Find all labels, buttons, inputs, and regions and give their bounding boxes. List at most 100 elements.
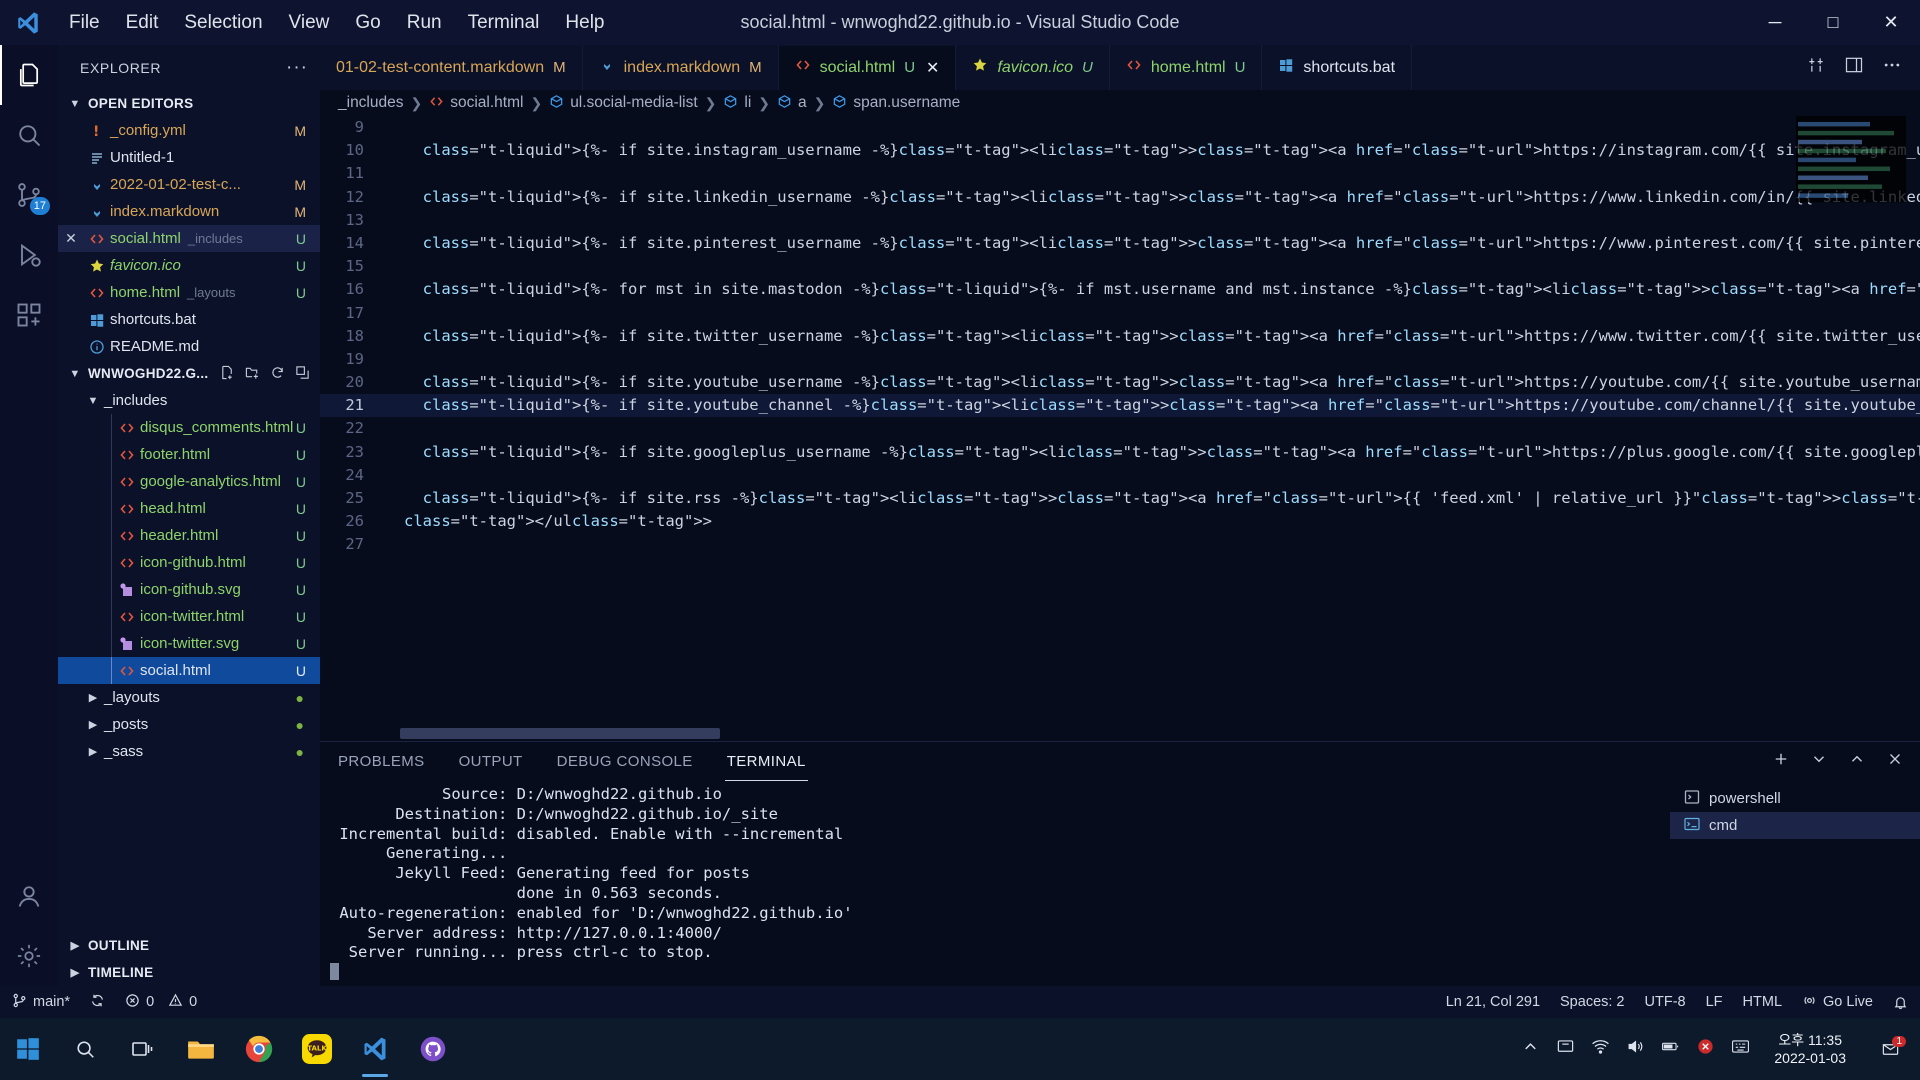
tab-debug-console[interactable]: DEBUG CONSOLE <box>555 745 695 778</box>
folder-item-includes[interactable]: ▼ _includes <box>58 387 320 414</box>
folder-item-layouts[interactable]: ▶ _layouts ● <box>58 684 320 711</box>
list-item[interactable]: icon-twitter.svg U <box>58 630 320 657</box>
menu-bar[interactable]: File Edit Selection View Go Run Terminal… <box>56 8 618 38</box>
notification-center-icon[interactable]: 1 <box>1870 1035 1910 1059</box>
status-language[interactable]: HTML <box>1733 986 1792 1018</box>
taskbar-kakaotalk-icon[interactable]: TALK <box>288 1018 346 1080</box>
breadcrumb-item-li[interactable]: li <box>723 94 751 112</box>
terminal-output[interactable]: Source: D:/wnwoghd22.github.io Destinati… <box>320 781 1670 986</box>
list-item-social-html[interactable]: social.html U <box>58 657 320 684</box>
menu-help[interactable]: Help <box>552 8 617 38</box>
status-sync[interactable] <box>80 986 115 1018</box>
breadcrumb-item-social-html[interactable]: social.html <box>429 94 523 112</box>
list-item[interactable]: google-analytics.html U <box>58 468 320 495</box>
breadcrumb-item-a[interactable]: a <box>777 94 807 112</box>
status-cursor-position[interactable]: Ln 21, Col 291 <box>1436 986 1550 1018</box>
menu-view[interactable]: View <box>276 8 343 38</box>
collapse-all-icon[interactable] <box>295 365 310 383</box>
section-outline[interactable]: ▶ OUTLINE <box>58 932 320 959</box>
breadcrumb-item-span-username[interactable]: span.username <box>832 94 960 112</box>
list-item[interactable]: header.html U <box>58 522 320 549</box>
maximize-panel-icon[interactable] <box>1848 750 1866 773</box>
menu-terminal[interactable]: Terminal <box>455 8 553 38</box>
code-line[interactable]: 13 <box>320 209 1920 232</box>
code-line[interactable]: 21 class="t-liquid">{%- if site.youtube_… <box>320 394 1920 418</box>
maximize-button[interactable]: □ <box>1804 0 1862 45</box>
network-icon[interactable] <box>1591 1037 1610 1061</box>
code-line[interactable]: 15 <box>320 255 1920 278</box>
volume-icon[interactable] <box>1626 1037 1645 1061</box>
taskbar-github-desktop-icon[interactable] <box>404 1018 462 1080</box>
breadcrumb-item-includes[interactable]: _includes <box>338 94 404 112</box>
chevron-down-icon[interactable] <box>1810 750 1828 773</box>
breadcrumb[interactable]: _includes ❯ social.html ❯ ul.social-medi… <box>320 90 1920 116</box>
battery-icon[interactable] <box>1661 1037 1680 1061</box>
breadcrumb-item-ul[interactable]: ul.social-media-list <box>549 94 698 112</box>
tab-output[interactable]: OUTPUT <box>457 745 525 778</box>
taskbar-clock[interactable]: 오후 11:35 2022-01-03 <box>1766 1031 1854 1067</box>
input-method-icon[interactable] <box>1731 1037 1750 1061</box>
terminal-item-powershell[interactable]: powershell <box>1670 785 1920 812</box>
tab-shortcuts-bat[interactable]: shortcuts.bat <box>1262 45 1413 90</box>
list-item[interactable]: README.md <box>58 333 320 360</box>
code-line[interactable]: 14 class="t-liquid">{%- if site.pinteres… <box>320 232 1920 255</box>
tray-app-icon[interactable] <box>1556 1037 1575 1061</box>
status-branch[interactable]: main* <box>2 986 80 1018</box>
menu-file[interactable]: File <box>56 8 113 38</box>
code-line[interactable]: 10 class="t-liquid">{%- if site.instagra… <box>320 139 1920 162</box>
activity-explorer-icon[interactable] <box>0 45 58 105</box>
activity-source-control-icon[interactable]: 17 <box>0 165 58 225</box>
close-file-icon[interactable]: ✕ <box>58 230 84 247</box>
tab-social-html[interactable]: social.html U ✕ <box>778 45 957 90</box>
activity-search-icon[interactable] <box>0 105 58 165</box>
more-actions-icon[interactable] <box>1882 55 1902 80</box>
code-line[interactable]: 20 class="t-liquid">{%- if site.youtube_… <box>320 371 1920 394</box>
folder-item-posts[interactable]: ▶ _posts ● <box>58 711 320 738</box>
code-line[interactable]: 25 class="t-liquid">{%- if site.rss -%}c… <box>320 487 1920 510</box>
folder-item-sass[interactable]: ▶ _sass ● <box>58 738 320 765</box>
close-panel-icon[interactable] <box>1886 750 1904 773</box>
add-terminal-icon[interactable] <box>1772 750 1790 773</box>
horizontal-scrollbar[interactable] <box>400 728 720 739</box>
list-item[interactable]: icon-github.html U <box>58 549 320 576</box>
code-line[interactable]: 16 class="t-liquid">{%- for mst in site.… <box>320 278 1920 301</box>
start-icon[interactable] <box>0 1018 56 1080</box>
new-folder-icon[interactable] <box>245 365 260 383</box>
code-line[interactable]: 19 <box>320 348 1920 371</box>
list-item[interactable]: shortcuts.bat <box>58 306 320 333</box>
code-line[interactable]: 23 class="t-liquid">{%- if site.googlepl… <box>320 441 1920 464</box>
tab-problems[interactable]: PROBLEMS <box>336 745 427 778</box>
activity-account-icon[interactable] <box>0 866 58 926</box>
tab-terminal[interactable]: TERMINAL <box>724 745 808 781</box>
list-item[interactable]: favicon.ico U <box>58 252 320 279</box>
code-line[interactable]: 12 class="t-liquid">{%- if site.linkedin… <box>320 186 1920 209</box>
error-tray-icon[interactable] <box>1696 1037 1715 1061</box>
code-line[interactable]: 9 <box>320 116 1920 139</box>
refresh-icon[interactable] <box>270 365 285 383</box>
code-editor[interactable]: 9 10 class="t-liquid">{%- if site.instagr… <box>320 116 1920 741</box>
list-item[interactable]: icon-github.svg U <box>58 576 320 603</box>
close-window-button[interactable]: ✕ <box>1862 0 1920 45</box>
code-line[interactable]: 17 <box>320 302 1920 325</box>
taskbar-vscode-icon[interactable] <box>346 1018 404 1080</box>
tab-test-content-markdown[interactable]: 01-02-test-content.markdown M <box>320 45 583 90</box>
menu-go[interactable]: Go <box>342 8 393 38</box>
terminal-item-cmd[interactable]: cmd <box>1670 812 1920 839</box>
sidebar-more-actions-icon[interactable]: ··· <box>286 57 308 79</box>
list-item[interactable]: disqus_comments.html U <box>58 414 320 441</box>
menu-run[interactable]: Run <box>394 8 455 38</box>
section-timeline[interactable]: ▶ TIMELINE <box>58 959 320 986</box>
layout-icon[interactable] <box>1844 55 1864 80</box>
taskbar-chrome-icon[interactable] <box>230 1018 288 1080</box>
tab-index-markdown[interactable]: index.markdown M <box>583 45 779 90</box>
code-line[interactable]: 24 <box>320 464 1920 487</box>
taskbar-task-view-icon[interactable] <box>114 1018 172 1080</box>
tab-home-html[interactable]: home.html U <box>1110 45 1263 90</box>
list-item[interactable]: Untitled-1 <box>58 144 320 171</box>
code-line[interactable]: 11 <box>320 162 1920 185</box>
status-notifications-bell-icon[interactable] <box>1883 986 1918 1018</box>
activity-run-debug-icon[interactable] <box>0 225 58 285</box>
code-line[interactable]: 18 class="t-liquid">{%- if site.twitter_… <box>320 325 1920 348</box>
list-item[interactable]: ! _config.yml M <box>58 117 320 144</box>
code-line[interactable]: 27 <box>320 533 1920 556</box>
